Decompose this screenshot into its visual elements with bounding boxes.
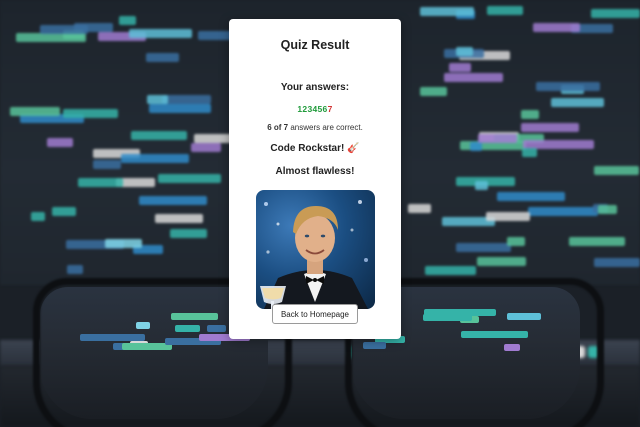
background-code-line (39, 24, 88, 34)
background-code-line (597, 204, 617, 214)
background-code-line (51, 206, 76, 216)
background-code-line (147, 95, 169, 104)
background-code-line (528, 206, 598, 216)
background-code-line (535, 82, 600, 92)
background-code-line (169, 229, 207, 239)
background-code-line (10, 107, 61, 117)
back-to-homepage-button[interactable]: Back to Homepage (272, 304, 358, 324)
background-code-line (149, 104, 212, 114)
background-code-line (425, 266, 476, 276)
background-code-line (30, 212, 45, 222)
background-code-line (121, 154, 190, 164)
rank-title: Code Rockstar! 🎸 (270, 143, 360, 154)
background-code-line (476, 257, 526, 266)
background-code-line (591, 9, 640, 19)
background-code-line (145, 52, 180, 62)
answers-label: Your answers: (280, 82, 350, 93)
background-code-line (485, 212, 530, 222)
background-code-line (456, 47, 473, 57)
background-code-line (105, 239, 143, 249)
background-code-line (487, 6, 523, 16)
background-code-line (448, 62, 472, 72)
background-code-line (507, 237, 526, 247)
background-code-line (568, 236, 625, 246)
background-code-line (129, 28, 193, 38)
background-code-line (157, 174, 222, 184)
background-code-line (521, 147, 537, 157)
background-code-line (155, 214, 204, 224)
background-code-line (478, 134, 517, 144)
answer-item: 7 (327, 104, 333, 114)
background-code-line (47, 138, 73, 148)
background-code-line (469, 142, 483, 152)
background-code-line (593, 166, 640, 176)
background-code-line (497, 192, 566, 202)
background-code-line (455, 243, 511, 253)
background-code-line (593, 258, 640, 268)
background-code-line (521, 110, 540, 120)
background-code-line (118, 15, 136, 25)
background-code-line (190, 143, 221, 152)
celebration-photo-icon (256, 190, 375, 309)
background-code-line (419, 86, 448, 96)
score-text: 6 of 7 answers are correct. (229, 123, 401, 132)
quiz-result-card: Quiz Result Your answers: 1234567 6 of 7… (229, 19, 401, 339)
background-code-line (93, 160, 121, 170)
background-code-line (130, 131, 188, 141)
background-code-line (407, 204, 432, 214)
answers-list: 1234567 (229, 104, 401, 114)
background-code-line (66, 264, 83, 274)
background-code-line (139, 195, 207, 205)
background-code-line (63, 109, 119, 119)
page-title: Quiz Result (280, 38, 350, 52)
score-suffix: answers are correct. (288, 123, 363, 132)
result-comment: Almost flawless! (275, 166, 355, 177)
score-value: 6 of 7 (267, 123, 289, 132)
background-code-line (521, 122, 579, 132)
background-code-line (550, 97, 604, 107)
background-code-line (475, 180, 488, 190)
background-code-line (444, 73, 504, 83)
background-code-line (78, 177, 124, 187)
background-code-line (533, 23, 580, 33)
background-code-line (420, 7, 474, 17)
